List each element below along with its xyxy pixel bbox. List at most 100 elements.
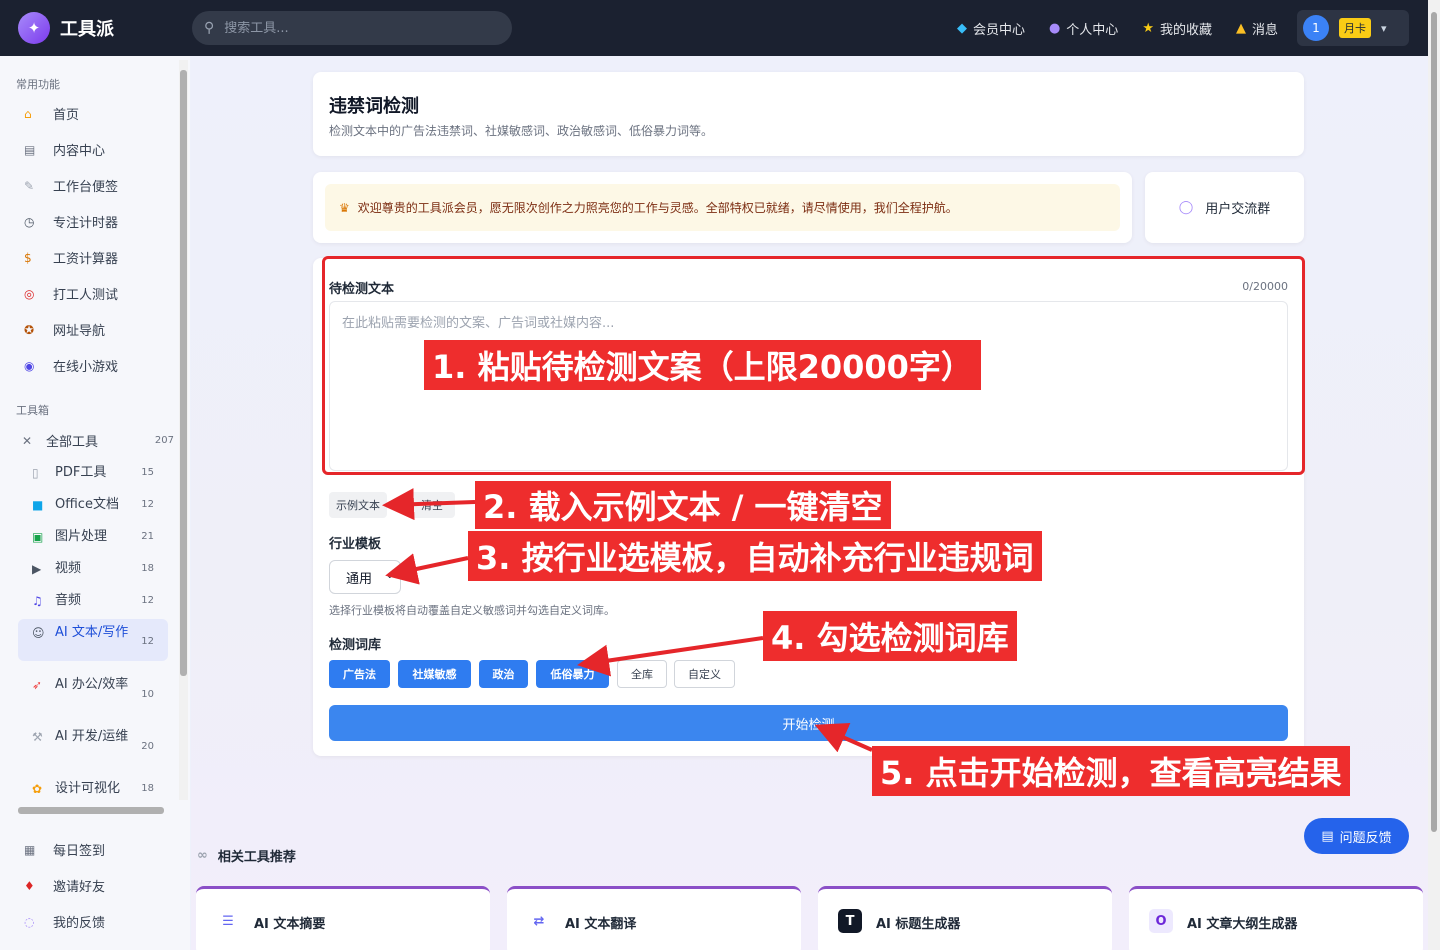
- library-label: 检测词库: [329, 638, 382, 653]
- speech-bubble-icon: ◌: [24, 914, 35, 929]
- stopwatch-icon: ◷: [24, 214, 35, 229]
- related-tool-label: AI 标题生成器: [876, 917, 961, 932]
- gamepad-icon: ◉: [24, 358, 35, 373]
- image-icon: ▣: [32, 530, 44, 544]
- tool-count: 18: [141, 563, 154, 574]
- page-subtitle: 检测文本中的广告法违禁词、社媒敏感词、政治敏感词、低俗暴力词等。: [329, 124, 714, 138]
- sidebar-item-invite[interactable]: ♦ 邀请好友: [24, 876, 106, 896]
- sidebar-item-label: AI 文本/写作: [55, 625, 129, 640]
- tool-count: 12: [141, 636, 154, 647]
- lib-chip-vulgar[interactable]: 低俗暴力: [536, 660, 609, 688]
- sidebar-item-games[interactable]: ◉ 在线小游戏: [24, 356, 118, 376]
- sidebar-item-label: PDF工具: [55, 465, 107, 480]
- related-tool-card[interactable]: T AI 标题生成器: [818, 886, 1112, 950]
- office-icon: ■: [32, 498, 44, 512]
- sidebar-item-label: 专注计时器: [53, 216, 119, 231]
- logo[interactable]: ✦ 工具派: [18, 12, 192, 44]
- clear-button[interactable]: 清空: [409, 492, 455, 518]
- sidebar-item-home[interactable]: ⌂ 首页: [24, 104, 80, 124]
- tool-count: 18: [141, 783, 154, 794]
- nav-messages[interactable]: ▲ 消息: [1236, 19, 1278, 38]
- search-icon: ⚲: [204, 20, 215, 36]
- nav-favorites[interactable]: ★ 我的收藏: [1142, 19, 1212, 38]
- sidebar-item-memo[interactable]: ✎ 工作台便签: [24, 176, 118, 196]
- nav-label: 个人中心: [1066, 22, 1119, 38]
- sidebar-hscrollbar[interactable]: [6, 805, 174, 815]
- chat-bubble-icon: ◯: [1178, 200, 1194, 215]
- related-tools-title: ∞ 相关工具推荐: [197, 846, 296, 865]
- sidebar-item-content[interactable]: ▤ 内容中心: [24, 140, 105, 160]
- industry-value: 通用: [346, 571, 373, 587]
- sidebar-item-label: AI 办公/效率: [55, 677, 129, 692]
- industry-select[interactable]: 通用 ⌄: [329, 560, 401, 594]
- tool-count: 15: [141, 467, 154, 478]
- user-group-button[interactable]: ◯ 用户交流群: [1145, 172, 1304, 243]
- sidebar-item-pdf[interactable]: ▯ PDF工具 15: [32, 463, 168, 483]
- related-tool-card[interactable]: ☰ AI 文本摘要: [196, 886, 490, 950]
- document-icon: ▤: [1321, 828, 1334, 844]
- sidebar-item-ai-dev[interactable]: ⚒ AI 开发/运维 20: [32, 727, 168, 752]
- page-scrollbar[interactable]: [1428, 0, 1440, 950]
- sidebar-item-checkin[interactable]: ▦ 每日签到: [24, 840, 105, 860]
- sidebar-item-all-tools[interactable]: ✕ 全部工具 207: [22, 431, 174, 451]
- related-tool-label: AI 文本翻译: [565, 917, 637, 932]
- sidebar-item-salary[interactable]: $ 工资计算器: [24, 248, 118, 268]
- sidebar-item-office[interactable]: ■ Office文档 12: [32, 495, 168, 515]
- sidebar-scrollbar[interactable]: [179, 60, 188, 800]
- sidebar-item-nav[interactable]: ✪ 网址导航: [24, 320, 105, 340]
- sidebar-item-worker-test[interactable]: ◎ 打工人测试: [24, 284, 119, 304]
- user-menu[interactable]: 1 月卡 ▾: [1297, 10, 1409, 46]
- section-title-toolbox: 工具箱: [16, 404, 49, 417]
- nav-vip-center[interactable]: ◆ 会员中心: [957, 19, 1025, 38]
- related-tool-card[interactable]: O AI 文章大纲生成器: [1129, 886, 1423, 950]
- annotation-step-2: 2. 载入示例文本 / 一键清空: [475, 481, 891, 529]
- star-icon: ★: [1142, 20, 1154, 36]
- sidebar-item-feedback[interactable]: ◌ 我的反馈: [24, 912, 106, 932]
- related-title-text: 相关工具推荐: [217, 850, 296, 865]
- sidebar-item-label: AI 开发/运维: [55, 729, 129, 744]
- feedback-button[interactable]: ▤ 问题反馈: [1304, 818, 1409, 854]
- person-icon: ●: [1048, 20, 1061, 36]
- lib-chip-social[interactable]: 社媒敏感: [398, 660, 471, 688]
- sidebar-item-design[interactable]: ✿ 设计可视化 18: [32, 779, 168, 799]
- sidebar-item-image[interactable]: ▣ 图片处理 21: [32, 527, 168, 547]
- lib-chip-ad-law[interactable]: 广告法: [329, 660, 390, 688]
- link-icon: ∞: [197, 848, 208, 863]
- sample-text-button[interactable]: 示例文本: [329, 492, 387, 518]
- scroll-thumb[interactable]: [1431, 12, 1437, 832]
- sidebar-item-ai-office[interactable]: ➶ AI 办公/效率 10: [32, 675, 168, 700]
- search-input[interactable]: [224, 20, 485, 36]
- sidebar-item-video[interactable]: ▶ 视频 18: [32, 559, 168, 579]
- lib-chip-politics[interactable]: 政治: [479, 660, 528, 688]
- scroll-thumb[interactable]: [180, 70, 187, 676]
- sidebar-item-label: 邀请好友: [53, 880, 106, 895]
- tool-count: 10: [141, 689, 154, 700]
- nav-label: 消息: [1251, 22, 1278, 38]
- target-icon: ◎: [24, 286, 35, 301]
- nav-label: 会员中心: [972, 22, 1025, 38]
- search-bar[interactable]: ⚲: [192, 11, 512, 45]
- page-title: 违禁词检测: [329, 96, 419, 117]
- lib-chip-custom[interactable]: 自定义: [674, 660, 735, 688]
- start-detection-button[interactable]: 开始检测: [329, 705, 1288, 741]
- outline-o-icon: O: [1149, 909, 1173, 933]
- lib-chip-all[interactable]: 全库: [617, 660, 667, 688]
- app-name: 工具派: [60, 19, 114, 40]
- sidebar-item-timer[interactable]: ◷ 专注计时器: [24, 212, 119, 232]
- top-nav: ◆ 会员中心 ● 个人中心 ★ 我的收藏 ▲ 消息: [933, 0, 1278, 56]
- nav-profile[interactable]: ● 个人中心: [1049, 19, 1118, 38]
- sidebar-item-audio[interactable]: ♫ 音频 12: [32, 591, 168, 611]
- sidebar-item-label: 打工人测试: [53, 288, 119, 303]
- annotation-step-5: 5. 点击开始检测，查看高亮结果: [872, 746, 1350, 796]
- related-tool-card[interactable]: ⇄ AI 文本翻译: [507, 886, 801, 950]
- tools-icon: ✕: [22, 433, 33, 448]
- annotation-step-4: 4. 勾选检测词库: [763, 611, 1017, 661]
- sidebar: 常用功能 ⌂ 首页 ▤ 内容中心 ✎ 工作台便签 ◷ 专注计时器 $ 工资计算器 ◎ 打工人…: [0, 56, 190, 950]
- sidebar-item-label: Office文档: [55, 497, 119, 512]
- related-tool-label: AI 文章大纲生成器: [1187, 917, 1298, 932]
- scroll-thumb[interactable]: [18, 807, 164, 814]
- sidebar-item-label: 我的反馈: [53, 916, 106, 931]
- sidebar-item-label: 首页: [53, 108, 80, 123]
- title-card: 违禁词检测 检测文本中的广告法违禁词、社媒敏感词、政治敏感词、低俗暴力词等。: [313, 72, 1304, 156]
- sidebar-item-ai-text[interactable]: ☺ AI 文本/写作 12: [18, 619, 168, 661]
